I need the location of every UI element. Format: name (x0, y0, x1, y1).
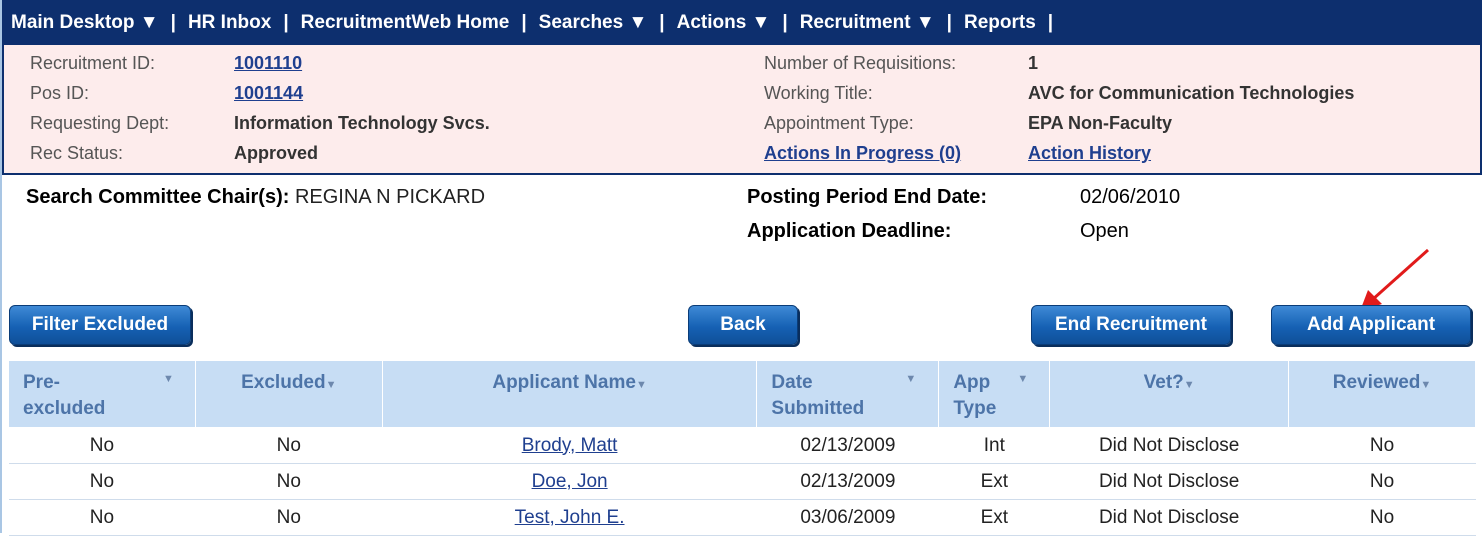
nav-recruitment[interactable]: Recruitment ▼ (796, 12, 939, 34)
col-header-label: Pre- excluded (23, 372, 106, 419)
back-button[interactable]: Back (688, 305, 798, 345)
posting-end-date-label: Posting Period End Date: (747, 186, 988, 208)
recruitment-id-label: Recruitment ID: (30, 53, 156, 73)
num-requisitions-label: Number of Requisitions: (764, 53, 957, 73)
cell-vet: Did Not Disclose (1049, 463, 1289, 500)
applicants-table: Pre- excluded ▼ Excluded▼ Applicant Name… (8, 360, 1476, 536)
nav-hr-inbox[interactable]: HR Inbox (184, 12, 275, 34)
rec-status-value: Approved (234, 143, 319, 163)
sort-arrow-icon[interactable]: ▼ (1420, 379, 1431, 391)
cell-applicant-name: Brody, Matt (382, 427, 757, 464)
application-deadline-label-wrap: Application Deadline: (747, 220, 951, 243)
requesting-dept-value: Information Technology Svcs. (234, 113, 490, 133)
col-header-label: Date Submitted (771, 372, 865, 419)
cell-applicant-name: Test, John E. (382, 499, 757, 536)
col-header-pre-excluded[interactable]: Pre- excluded ▼ (8, 360, 196, 428)
col-header-app-type[interactable]: App Type ▼ (938, 360, 1051, 428)
cell-reviewed: No (1288, 427, 1476, 464)
application-deadline-value: Open (1080, 220, 1129, 242)
committee-chair-value: REGINA N PICKARD (294, 186, 486, 208)
cell-date-submitted: 02/13/2009 (756, 463, 939, 500)
col-header-excluded[interactable]: Excluded▼ (194, 360, 383, 428)
top-nav-bar: Main Desktop ▼ | HR Inbox | RecruitmentW… (2, 0, 1482, 45)
col-header-label: Vet? (1143, 372, 1184, 393)
working-title-value: AVC for Communication Technologies (1028, 83, 1355, 103)
pos-id-label: Pos ID: (30, 83, 90, 103)
nav-searches[interactable]: Searches ▼ (535, 12, 652, 34)
cell-date-submitted: 02/13/2009 (756, 427, 939, 464)
num-requisitions-value: 1 (1028, 53, 1039, 73)
col-header-vet[interactable]: Vet?▼ (1049, 360, 1290, 428)
end-recruitment-button[interactable]: End Recruitment (1031, 305, 1231, 345)
cell-pre-excluded: No (8, 463, 196, 500)
posting-end-date-label-wrap: Posting Period End Date: (747, 186, 987, 209)
col-header-date-submitted[interactable]: Date Submitted ▼ (756, 360, 940, 428)
add-applicant-button[interactable]: Add Applicant (1271, 305, 1471, 345)
cell-excluded: No (195, 499, 383, 536)
applicant-name-link[interactable]: Doe, Jon (532, 471, 608, 492)
cell-vet: Did Not Disclose (1049, 499, 1289, 536)
sort-arrow-icon[interactable]: ▼ (1017, 373, 1028, 385)
appointment-type-value: EPA Non-Faculty (1028, 113, 1173, 133)
cell-pre-excluded: No (8, 499, 196, 536)
table-header-row: Pre- excluded ▼ Excluded▼ Applicant Name… (8, 360, 1476, 428)
applicant-name-link[interactable]: Brody, Matt (522, 435, 618, 456)
table-row: No No Doe, Jon 02/13/2009 Ext Did Not Di… (8, 463, 1476, 500)
cell-excluded: No (195, 427, 383, 464)
nav-separator: | (659, 11, 665, 33)
sort-arrow-icon[interactable]: ▼ (905, 373, 916, 385)
sort-arrow-icon[interactable]: ▼ (1184, 379, 1195, 391)
recruitment-info-panel: Recruitment ID: 1001110 Pos ID: 1001144 … (2, 45, 1482, 175)
nav-separator: | (946, 11, 952, 33)
sort-arrow-icon[interactable]: ▼ (636, 379, 647, 391)
sort-arrow-icon[interactable]: ▼ (163, 373, 174, 385)
cell-reviewed: No (1288, 499, 1476, 536)
posting-end-date-value: 02/06/2010 (1080, 186, 1181, 208)
col-header-label: Excluded (241, 372, 326, 393)
cell-reviewed: No (1288, 463, 1476, 500)
table-row: No No Test, John E. 03/06/2009 Ext Did N… (8, 499, 1476, 536)
cell-app-type: Ext (938, 463, 1050, 500)
working-title-label: Working Title: (764, 83, 873, 103)
nav-separator: | (283, 11, 289, 33)
nav-reports[interactable]: Reports (960, 12, 1040, 34)
applicant-name-link[interactable]: Test, John E. (515, 507, 625, 528)
col-header-label: Applicant Name (492, 372, 636, 393)
cell-date-submitted: 03/06/2009 (756, 499, 939, 536)
cell-vet: Did Not Disclose (1049, 427, 1289, 464)
cell-app-type: Int (938, 427, 1050, 464)
recruitment-id-link[interactable]: 1001110 (234, 48, 302, 78)
pos-id-link[interactable]: 1001144 (234, 78, 303, 108)
appointment-type-label: Appointment Type: (764, 113, 914, 133)
cell-pre-excluded: No (8, 427, 196, 464)
nav-separator: | (170, 11, 176, 33)
rec-status-label: Rec Status: (30, 143, 124, 163)
nav-actions[interactable]: Actions ▼ (673, 12, 775, 34)
sort-arrow-icon[interactable]: ▼ (326, 379, 337, 391)
col-header-reviewed[interactable]: Reviewed▼ (1288, 360, 1476, 428)
cell-app-type: Ext (938, 499, 1050, 536)
actions-in-progress-link[interactable]: Actions In Progress (0) (764, 138, 961, 168)
cell-applicant-name: Doe, Jon (382, 463, 757, 500)
col-header-applicant-name[interactable]: Applicant Name▼ (381, 360, 758, 428)
cell-excluded: No (195, 463, 383, 500)
nav-recruitmentweb-home[interactable]: RecruitmentWeb Home (297, 12, 514, 34)
table-row: No No Brody, Matt 02/13/2009 Int Did Not… (8, 427, 1476, 464)
nav-separator: | (782, 11, 788, 33)
action-history-link[interactable]: Action History (1028, 138, 1151, 168)
col-header-label: Reviewed (1332, 372, 1421, 393)
application-deadline-label: Application Deadline: (747, 220, 952, 242)
search-committee-chair: Search Committee Chair(s): REGINA N PICK… (26, 186, 485, 209)
filter-excluded-button[interactable]: Filter Excluded (9, 305, 191, 345)
col-header-label: App Type (953, 372, 997, 419)
nav-separator: | (521, 11, 527, 33)
requesting-dept-label: Requesting Dept: (30, 113, 170, 133)
nav-separator: | (1047, 11, 1054, 33)
committee-chair-label: Search Committee Chair(s): (26, 186, 290, 208)
nav-main-desktop[interactable]: Main Desktop ▼ (2, 12, 163, 34)
